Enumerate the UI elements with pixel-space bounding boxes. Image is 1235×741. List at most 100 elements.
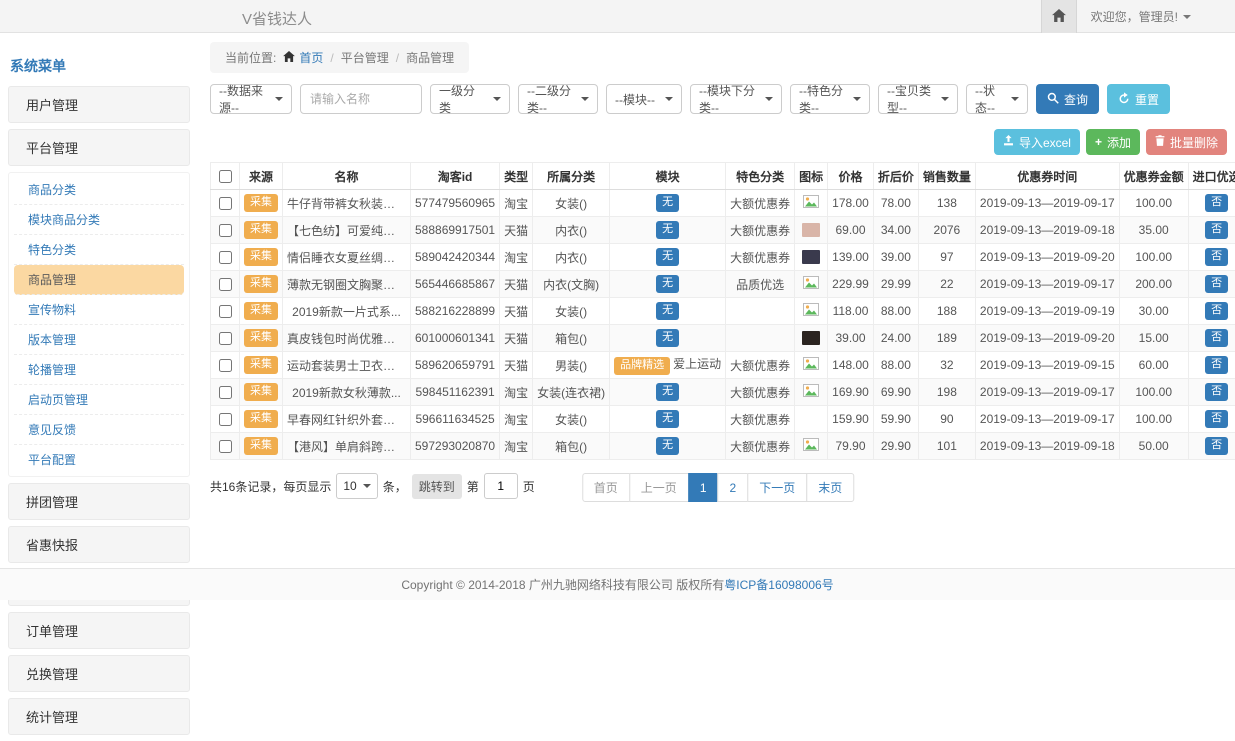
sidebar-group-1[interactable]: 用户管理	[8, 86, 190, 123]
product-name: 情侣睡衣女夏丝绸男士...	[283, 244, 411, 271]
row-checkbox[interactable]	[219, 332, 232, 345]
sidebar-item[interactable]: 启动页管理	[14, 385, 184, 415]
pagination-row: 共16条记录，每页显示 10 条， 跳转到 第 页 首页上一页12下一页末页	[210, 473, 1227, 503]
import-select-toggle[interactable]: 否	[1205, 383, 1228, 401]
jump-button[interactable]: 跳转到	[412, 474, 462, 499]
discount-price: 78.00	[873, 190, 918, 217]
product-type: 淘宝	[500, 433, 533, 460]
import-select-toggle[interactable]: 否	[1205, 221, 1228, 239]
icon-cell	[795, 325, 828, 352]
row-checkbox[interactable]	[219, 413, 232, 426]
sidebar-item[interactable]: 模块商品分类	[14, 205, 184, 235]
row-checkbox[interactable]	[219, 359, 232, 372]
filter-select-feature-category[interactable]: --特色分类--	[790, 84, 870, 114]
import-select-toggle[interactable]: 否	[1205, 194, 1228, 212]
sidebar-item[interactable]: 特色分类	[14, 235, 184, 265]
feature-label: 大额优惠券	[726, 433, 795, 460]
column-header-优惠券时间: 优惠券时间	[975, 163, 1119, 190]
discount-price: 59.90	[873, 406, 918, 433]
select-all-checkbox[interactable]	[219, 170, 232, 183]
source-cell: 采集	[240, 406, 283, 433]
sidebar-item[interactable]: 意见反馈	[14, 415, 184, 445]
sidebar-item[interactable]: 平台配置	[14, 445, 184, 474]
table-row: 采集【港风】单肩斜跨链条...597293020870淘宝箱包()无大额优惠券7…	[211, 433, 1235, 460]
discount-price: 69.90	[873, 379, 918, 406]
sidebar-group-6[interactable]: 订单管理	[8, 612, 190, 649]
import-select-toggle[interactable]: 否	[1205, 356, 1228, 374]
filter-select-status[interactable]: --状态--	[966, 84, 1028, 114]
page-number-input[interactable]	[484, 473, 518, 499]
product-type: 淘宝	[500, 244, 533, 271]
icp-link[interactable]: 粤ICP备16098006号	[724, 576, 833, 593]
breadcrumb-home-link[interactable]: 首页	[299, 49, 323, 66]
import-select-toggle[interactable]: 否	[1205, 302, 1228, 320]
coupon-amount: 100.00	[1119, 379, 1188, 406]
filter-select-level2-category[interactable]: --二级分类--	[518, 84, 598, 114]
chevron-down-icon	[665, 97, 673, 101]
row-checkbox[interactable]	[219, 440, 232, 453]
reset-button[interactable]: 重置	[1107, 84, 1170, 114]
coupon-amount: 60.00	[1119, 352, 1188, 379]
row-checkbox[interactable]	[219, 386, 232, 399]
pagination-page-2[interactable]: 2	[718, 473, 749, 502]
search-button[interactable]: 查询	[1036, 84, 1099, 114]
per-page-select[interactable]: 10	[336, 473, 377, 499]
pagination-page-1[interactable]: 1	[688, 473, 719, 502]
column-header-所属分类: 所属分类	[533, 163, 610, 190]
product-category: 内衣()	[533, 244, 610, 271]
sidebar-group-3[interactable]: 拼团管理	[8, 483, 190, 520]
sidebar-group-8[interactable]: 统计管理	[8, 698, 190, 735]
home-button[interactable]	[1041, 0, 1077, 33]
source-badge: 采集	[244, 383, 278, 401]
filter-select-module-subcategory[interactable]: --模块下分类--	[690, 84, 782, 114]
filter-select-data-source[interactable]: --数据来源--	[210, 84, 292, 114]
sidebar-group-7[interactable]: 兑换管理	[8, 655, 190, 692]
source-badge: 采集	[244, 275, 278, 293]
discount-price: 34.00	[873, 217, 918, 244]
product-thumbnail	[802, 250, 820, 264]
table-row: 采集情侣睡衣女夏丝绸男士...589042420344淘宝内衣()无大额优惠券1…	[211, 244, 1235, 271]
import-select-toggle[interactable]: 否	[1205, 275, 1228, 293]
import-select-toggle[interactable]: 否	[1205, 410, 1228, 428]
sidebar-item[interactable]: 商品分类	[14, 175, 184, 205]
table-body: 采集牛仔背带裤女秋装减龄...577479560965淘宝女装()无大额优惠券1…	[211, 190, 1235, 460]
product-type: 天猫	[500, 271, 533, 298]
import-select-toggle[interactable]: 否	[1205, 248, 1228, 266]
row-checkbox[interactable]	[219, 251, 232, 264]
sidebar-group-4[interactable]: 省惠快报	[8, 526, 190, 563]
import-select-toggle[interactable]: 否	[1205, 329, 1228, 347]
filter-select-item-type[interactable]: --宝贝类型--	[878, 84, 958, 114]
sidebar-item[interactable]: 宣传物料	[14, 295, 184, 325]
checkbox-cell	[211, 190, 240, 217]
records-summary: 共16条记录，每页显示	[210, 478, 331, 495]
user-menu[interactable]: 欢迎您，管理员!	[1077, 8, 1235, 25]
filter-select-module[interactable]: --模块--	[606, 84, 682, 114]
footer: Copyright © 2014-2018 广州九驰网络科技有限公司 版权所有 …	[0, 568, 1235, 600]
row-checkbox[interactable]	[219, 305, 232, 318]
row-checkbox[interactable]	[219, 197, 232, 210]
breadcrumb-item: 平台管理	[341, 49, 389, 66]
import-excel-button[interactable]: 导入excel	[994, 129, 1080, 155]
chevron-down-icon	[1011, 97, 1019, 101]
name-search-input[interactable]	[300, 84, 422, 114]
batch-delete-button[interactable]: 批量删除	[1146, 129, 1227, 155]
row-checkbox[interactable]	[219, 278, 232, 291]
select-value: --模块--	[615, 91, 655, 108]
import-select-cell: 否	[1188, 379, 1235, 406]
sidebar-item[interactable]: 商品管理	[14, 265, 184, 295]
pagination-next[interactable]: 下一页	[747, 473, 807, 502]
row-checkbox[interactable]	[219, 224, 232, 237]
image-placeholder-icon	[803, 440, 819, 454]
import-select-toggle[interactable]: 否	[1205, 437, 1228, 455]
column-header-名称: 名称	[283, 163, 411, 190]
chevron-down-icon	[581, 97, 589, 101]
chevron-down-icon	[765, 97, 773, 101]
sidebar-item[interactable]: 轮播管理	[14, 355, 184, 385]
filter-select-level1-category[interactable]: 一级分类	[430, 84, 510, 114]
sidebar-item[interactable]: 版本管理	[14, 325, 184, 355]
pagination-last[interactable]: 末页	[806, 473, 854, 502]
add-button[interactable]: + 添加	[1086, 129, 1140, 155]
table-row: 采集早春网红针织外套女春...596611634525淘宝女装()无大额优惠券1…	[211, 406, 1235, 433]
select-value: --模块下分类--	[699, 82, 757, 116]
sidebar-group-2[interactable]: 平台管理	[8, 129, 190, 166]
